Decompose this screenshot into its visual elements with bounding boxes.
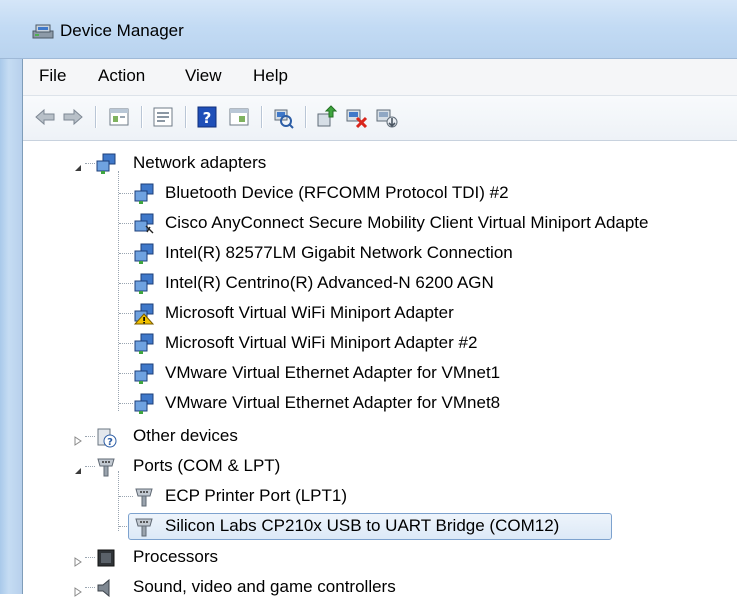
tree-category-label: Other devices <box>133 426 238 445</box>
tree-item-device[interactable]: VMware Virtual Ethernet Adapter for VMne… <box>23 388 737 418</box>
tree-category-label: Ports (COM & LPT) <box>133 456 281 475</box>
unknown-device-icon: ? <box>95 426 117 448</box>
tree-item-device[interactable]: VMware Virtual Ethernet Adapter for VMne… <box>23 358 737 388</box>
menu-view[interactable]: View <box>181 66 226 86</box>
tree-category-other-devices[interactable]: ? Other devices <box>23 421 737 451</box>
device-tree[interactable]: Network adapters Bluetooth Device (RFCOM… <box>23 141 737 598</box>
network-adapter-warning-icon <box>133 303 155 325</box>
tree-item-label: Cisco AnyConnect Secure Mobility Client … <box>165 213 649 232</box>
network-adapter-icon <box>133 243 155 265</box>
tree-item-device-selected[interactable]: Silicon Labs CP210x USB to UART Bridge (… <box>23 511 737 541</box>
tree-item-device[interactable]: ECP Printer Port (LPT1) <box>23 481 737 511</box>
collapse-triangle-icon[interactable] <box>73 158 83 171</box>
tree-item-device[interactable]: Intel(R) Centrino(R) Advanced-N 6200 AGN <box>23 268 737 298</box>
toolbar-separator <box>305 106 306 128</box>
tree-connector <box>119 496 133 497</box>
toolbar-separator <box>141 106 142 128</box>
title-bar[interactable]: Device Manager <box>0 0 737 59</box>
menu-help[interactable]: Help <box>249 66 292 86</box>
toolbar-separator <box>95 106 96 128</box>
view-pane-icon[interactable] <box>227 105 251 129</box>
processor-chip-icon <box>95 547 117 569</box>
tree-connector <box>119 283 133 284</box>
tree-category-processors[interactable]: Processors <box>23 542 737 572</box>
tree-item-device-warning[interactable]: Microsoft Virtual WiFi Miniport Adapter <box>23 298 737 328</box>
update-driver-icon[interactable] <box>315 105 339 129</box>
uninstall-device-icon[interactable] <box>345 105 369 129</box>
toolbar-separator <box>261 106 262 128</box>
device-manager-icon <box>32 22 54 40</box>
window-title: Device Manager <box>60 21 184 40</box>
expand-triangle-icon[interactable] <box>73 582 83 597</box>
toolbar: ? <box>23 96 737 141</box>
tree-item-label: Bluetooth Device (RFCOMM Protocol TDI) #… <box>165 183 509 202</box>
menu-file[interactable]: File <box>35 66 70 86</box>
tree-connector <box>85 163 95 164</box>
tree-item-label: Intel(R) Centrino(R) Advanced-N 6200 AGN <box>165 273 494 292</box>
tree-connector <box>119 373 133 374</box>
tree-category-label: Network adapters <box>133 153 267 172</box>
tree-connector <box>119 403 133 404</box>
tree-item-device[interactable]: Intel(R) 82577LM Gigabit Network Connect… <box>23 238 737 268</box>
port-connector-icon <box>133 516 155 538</box>
tree-connector <box>119 343 133 344</box>
forward-arrow-icon[interactable] <box>61 105 85 129</box>
menu-action[interactable]: Action <box>94 66 149 86</box>
help-icon[interactable]: ? <box>195 105 219 129</box>
tree-connector <box>85 466 95 467</box>
network-adapter-icon <box>133 333 155 355</box>
scan-hardware-icon[interactable] <box>271 105 295 129</box>
show-hide-console-tree-icon[interactable] <box>151 105 175 129</box>
tree-connector <box>119 223 133 224</box>
tree-category-network-adapters[interactable]: Network adapters <box>23 148 737 178</box>
window-left-frame <box>0 0 23 594</box>
tree-item-label: Microsoft Virtual WiFi Miniport Adapter <box>165 303 454 322</box>
tree-item-label: Silicon Labs CP210x USB to UART Bridge (… <box>165 516 560 535</box>
back-arrow-icon[interactable] <box>33 105 57 129</box>
tree-connector <box>119 193 133 194</box>
collapse-triangle-icon[interactable] <box>73 461 83 474</box>
network-adapter-icon <box>95 153 117 175</box>
tree-item-label: VMware Virtual Ethernet Adapter for VMne… <box>165 363 501 382</box>
tree-item-label: Microsoft Virtual WiFi Miniport Adapter … <box>165 333 478 352</box>
tree-connector <box>85 587 95 588</box>
tree-category-label: Sound, video and game controllers <box>133 577 396 596</box>
tree-connector <box>85 436 95 437</box>
tree-item-device[interactable]: Microsoft Virtual WiFi Miniport Adapter … <box>23 328 737 358</box>
tree-item-device[interactable]: Bluetooth Device (RFCOMM Protocol TDI) #… <box>23 178 737 208</box>
port-connector-icon <box>133 486 155 508</box>
port-connector-icon <box>95 456 117 478</box>
tree-connector <box>85 557 95 558</box>
tree-item-label: ECP Printer Port (LPT1) <box>165 486 348 505</box>
svg-text:?: ? <box>203 109 212 127</box>
disable-device-icon[interactable] <box>375 105 399 129</box>
network-adapter-icon <box>133 213 155 235</box>
network-adapter-icon <box>133 273 155 295</box>
tree-connector <box>119 313 133 314</box>
properties-grid-icon[interactable] <box>107 105 131 129</box>
tree-connector <box>119 253 133 254</box>
tree-category-ports[interactable]: Ports (COM & LPT) <box>23 451 737 481</box>
tree-item-label: Intel(R) 82577LM Gigabit Network Connect… <box>165 243 513 262</box>
tree-category-sound[interactable]: Sound, video and game controllers <box>23 572 737 602</box>
tree-category-label: Processors <box>133 547 219 566</box>
expand-triangle-icon[interactable] <box>73 431 83 446</box>
menu-bar: File Action View Help <box>23 59 737 96</box>
network-adapter-icon <box>133 363 155 385</box>
toolbar-separator <box>185 106 186 128</box>
network-adapter-icon <box>133 183 155 205</box>
network-adapter-icon <box>133 393 155 415</box>
tree-item-label: VMware Virtual Ethernet Adapter for VMne… <box>165 393 501 412</box>
svg-text:?: ? <box>107 437 113 448</box>
tree-item-device[interactable]: Cisco AnyConnect Secure Mobility Client … <box>23 208 737 238</box>
expand-triangle-icon[interactable] <box>73 552 83 567</box>
speaker-icon <box>95 577 117 599</box>
